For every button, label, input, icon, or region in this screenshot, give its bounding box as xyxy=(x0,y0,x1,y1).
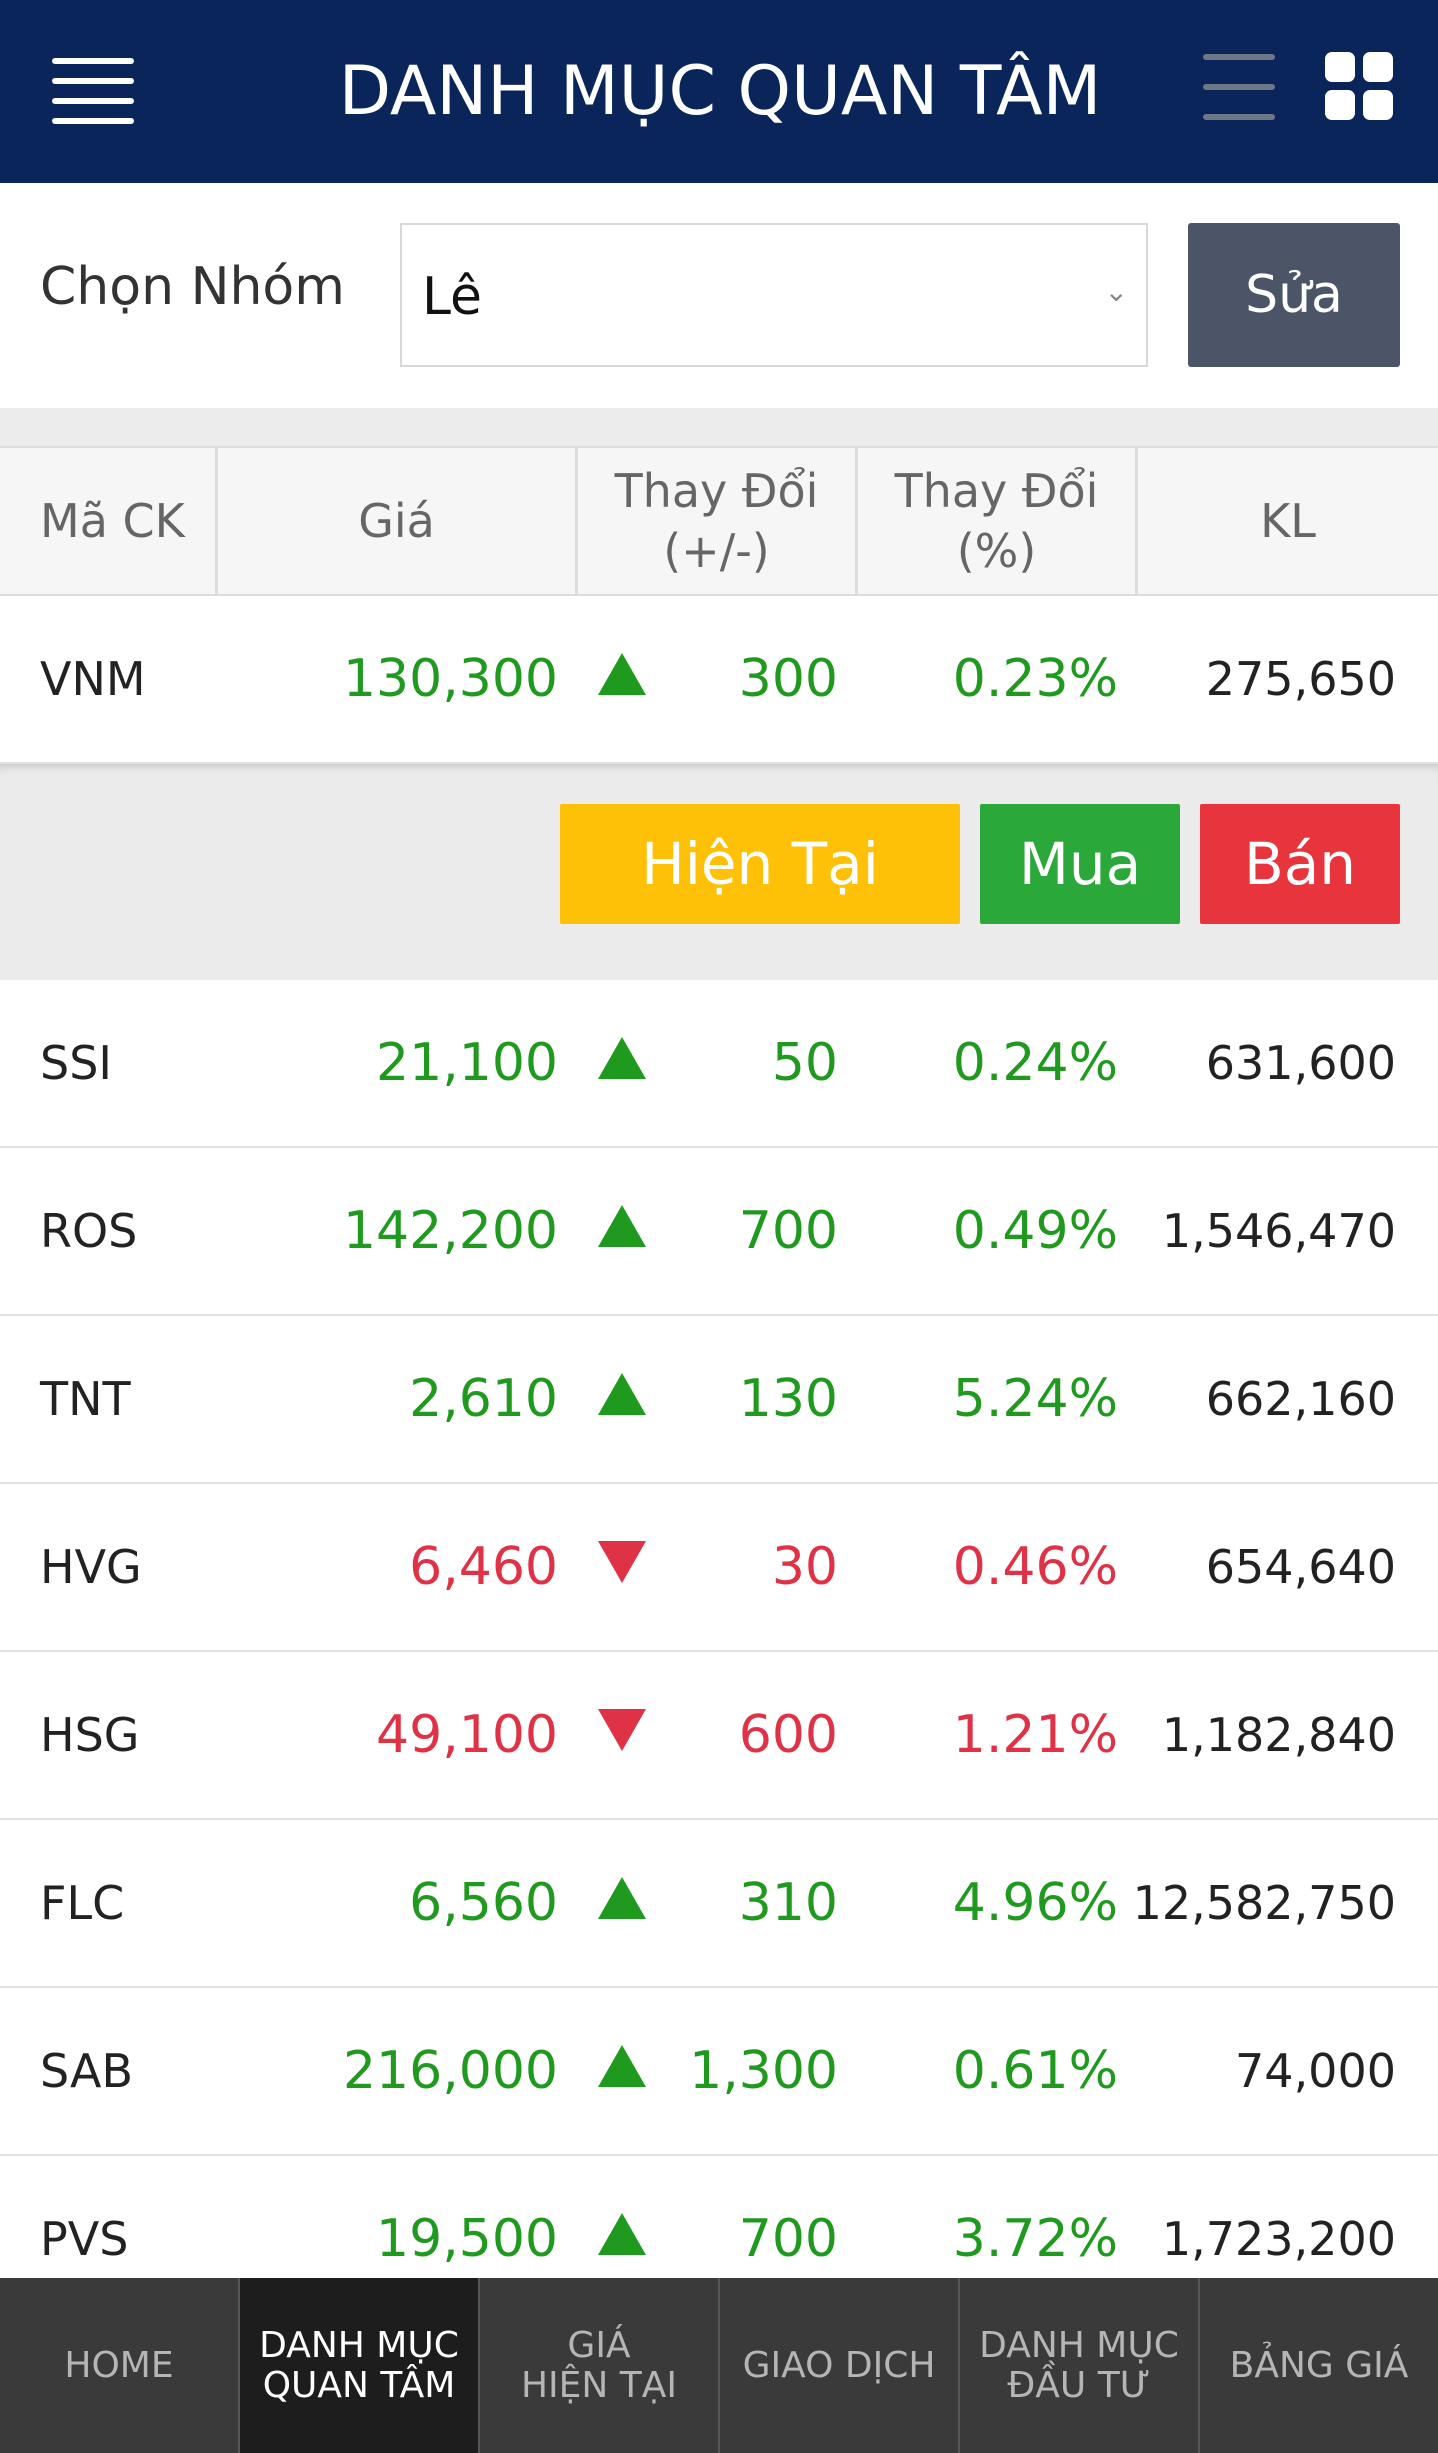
stock-change: 300 xyxy=(738,649,838,709)
group-label: Chọn Nhóm xyxy=(40,257,345,317)
header-change-line2: (+/-) xyxy=(663,524,770,578)
nav-label-line1: GIÁ xyxy=(567,2324,631,2366)
stock-price: 49,100 xyxy=(376,1705,558,1765)
stock-symbol: VNM xyxy=(40,652,146,706)
stock-price: 21,100 xyxy=(376,1033,558,1093)
stock-change: 700 xyxy=(738,1201,838,1261)
nav-home[interactable]: HOME xyxy=(0,2278,240,2453)
nav-trading[interactable]: GIAO DỊCH xyxy=(720,2278,960,2453)
stock-price: 216,000 xyxy=(342,2041,558,2101)
header-percent-line1: Thay Đổi xyxy=(894,464,1099,518)
sell-button[interactable]: Bán xyxy=(1200,804,1400,924)
current-price-button[interactable]: Hiện Tại xyxy=(560,804,960,924)
stock-change-percent: 0.24% xyxy=(952,1033,1118,1093)
stock-symbol: SSI xyxy=(40,1036,112,1090)
group-select-value: Lê xyxy=(422,267,483,327)
table-row[interactable]: HVG 6,460 30 0.46% 654,640 xyxy=(0,1484,1438,1652)
up-arrow-icon xyxy=(598,596,648,762)
stock-change: 600 xyxy=(738,1705,838,1765)
stock-volume: 1,546,470 xyxy=(1161,1204,1396,1258)
table-row[interactable]: VNM 130,300 300 0.23% 275,650 xyxy=(0,596,1438,764)
page-title: DANH MỤC QUAN TÂM xyxy=(338,52,1102,131)
stock-change-percent: 0.46% xyxy=(952,1537,1118,1597)
stock-change-percent: 5.24% xyxy=(952,1369,1118,1429)
stock-volume: 662,160 xyxy=(1205,1372,1396,1426)
up-arrow-icon xyxy=(598,1988,648,2154)
row-action-panel: Hiện Tại Mua Bán xyxy=(0,764,1438,980)
table-header: Mã CK Giá Thay Đổi (+/-) Thay Đổi (%) KL xyxy=(0,446,1438,596)
up-arrow-icon xyxy=(598,980,648,1146)
buy-button[interactable]: Mua xyxy=(980,804,1180,924)
table-row[interactable]: SSI 21,100 50 0.24% 631,600 xyxy=(0,980,1438,1148)
section-divider xyxy=(0,408,1438,446)
header-symbol: Mã CK xyxy=(0,448,218,594)
nav-label-line1: GIAO DỊCH xyxy=(742,2344,936,2386)
stock-volume: 631,600 xyxy=(1205,1036,1396,1090)
down-arrow-icon xyxy=(598,1652,648,1818)
table-row[interactable]: TNT 2,610 130 5.24% 662,160 xyxy=(0,1316,1438,1484)
stock-volume: 12,582,750 xyxy=(1132,1876,1396,1930)
stock-symbol: HSG xyxy=(40,1708,140,1762)
up-arrow-icon xyxy=(598,1820,648,1986)
stock-change-percent: 1.21% xyxy=(952,1705,1118,1765)
header-percent: Thay Đổi (%) xyxy=(858,448,1138,594)
stock-change-percent: 0.49% xyxy=(952,1201,1118,1261)
stock-symbol: ROS xyxy=(40,1204,138,1258)
up-arrow-icon xyxy=(598,1316,648,1482)
stock-change: 50 xyxy=(771,1033,838,1093)
edit-group-button[interactable]: Sửa xyxy=(1188,223,1400,367)
nav-label-line1: DANH MỤC xyxy=(259,2324,459,2366)
stock-change-percent: 0.23% xyxy=(952,649,1118,709)
list-view-icon[interactable] xyxy=(1203,54,1275,120)
stock-change: 1,300 xyxy=(689,2041,838,2101)
nav-price-board[interactable]: BẢNG GIÁ xyxy=(1200,2278,1438,2453)
app-header: DANH MỤC QUAN TÂM xyxy=(0,0,1438,183)
stock-change: 130 xyxy=(738,1369,838,1429)
stock-volume: 74,000 xyxy=(1235,2044,1396,2098)
stock-symbol: TNT xyxy=(40,1372,131,1426)
group-selector-bar: Chọn Nhóm Lê ⌄ Sửa xyxy=(0,183,1438,408)
table-row[interactable]: ROS 142,200 700 0.49% 1,546,470 xyxy=(0,1148,1438,1316)
stock-volume: 275,650 xyxy=(1205,652,1396,706)
stock-change: 30 xyxy=(771,1537,838,1597)
stock-volume: 1,182,840 xyxy=(1161,1708,1396,1762)
stock-price: 6,560 xyxy=(409,1873,558,1933)
nav-current-price[interactable]: GIÁ HIỆN TẠI xyxy=(480,2278,720,2453)
nav-portfolio[interactable]: DANH MỤC ĐẦU TƯ xyxy=(960,2278,1200,2453)
stock-price: 142,200 xyxy=(342,1201,558,1261)
grid-view-icon[interactable] xyxy=(1325,52,1395,122)
nav-label-line2: ĐẦU TƯ xyxy=(1007,2364,1151,2406)
header-change-line1: Thay Đổi xyxy=(614,464,819,518)
bottom-navigation: HOME DANH MỤC QUAN TÂM GIÁ HIỆN TẠI GIAO DỊCH… xyxy=(0,2278,1438,2453)
header-price: Giá xyxy=(218,448,578,594)
group-select[interactable]: Lê ⌄ xyxy=(400,223,1148,367)
stock-price: 6,460 xyxy=(409,1537,558,1597)
nav-label-line1: HOME xyxy=(64,2344,174,2386)
table-row[interactable]: HSG 49,100 600 1.21% 1,182,840 xyxy=(0,1652,1438,1820)
down-arrow-icon xyxy=(598,1484,648,1650)
stock-symbol: HVG xyxy=(40,1540,142,1594)
nav-label-line1: DANH MỤC xyxy=(979,2324,1179,2366)
up-arrow-icon xyxy=(598,1148,648,1314)
stock-symbol: SAB xyxy=(40,2044,134,2098)
table-row[interactable]: SAB 216,000 1,300 0.61% 74,000 xyxy=(0,1988,1438,2156)
nav-label-line2: QUAN TÂM xyxy=(262,2364,456,2406)
hamburger-menu-icon[interactable] xyxy=(52,58,134,124)
stock-change-percent: 0.61% xyxy=(952,2041,1118,2101)
header-percent-line2: (%) xyxy=(956,524,1037,578)
nav-label-line2: HIỆN TẠI xyxy=(520,2364,678,2406)
header-change: Thay Đổi (+/-) xyxy=(578,448,858,594)
stock-price: 2,610 xyxy=(409,1369,558,1429)
nav-label-line1: BẢNG GIÁ xyxy=(1229,2344,1409,2386)
header-volume: KL xyxy=(1260,494,1316,548)
stock-symbol: FLC xyxy=(40,1876,125,1930)
stock-price: 130,300 xyxy=(342,649,558,709)
chevron-down-icon: ⌄ xyxy=(1104,275,1128,308)
stock-change: 310 xyxy=(738,1873,838,1933)
stock-change-percent: 4.96% xyxy=(952,1873,1118,1933)
table-row[interactable]: FLC 6,560 310 4.96% 12,582,750 xyxy=(0,1820,1438,1988)
nav-watchlist[interactable]: DANH MỤC QUAN TÂM xyxy=(240,2278,480,2453)
stock-volume: 654,640 xyxy=(1205,1540,1396,1594)
